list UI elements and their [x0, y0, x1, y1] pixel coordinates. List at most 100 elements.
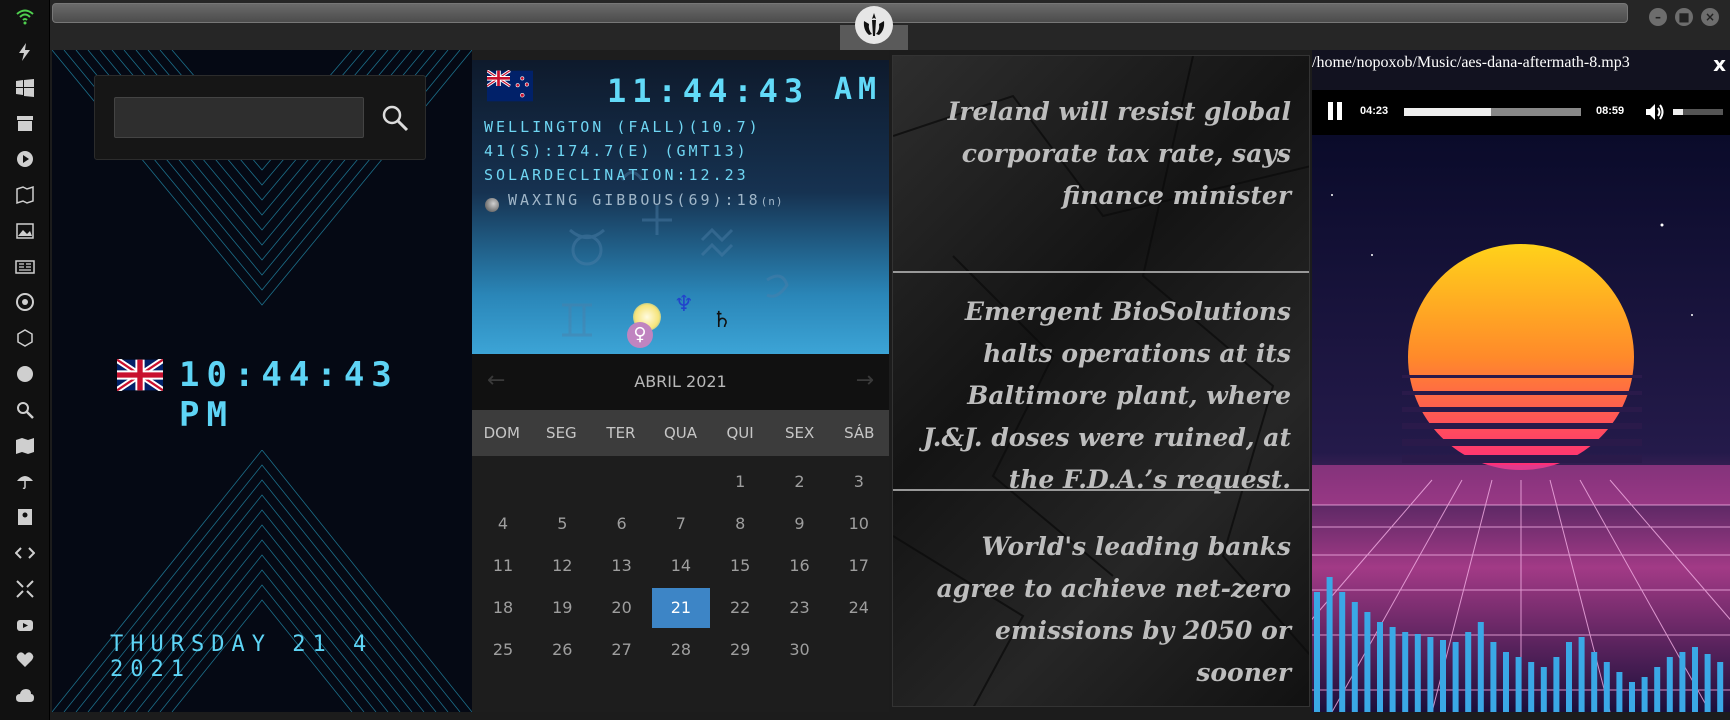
contacts-icon[interactable] [13, 505, 37, 529]
cloud-icon[interactable] [13, 684, 37, 708]
visualizer-bar [1503, 652, 1509, 712]
calendar-day[interactable]: 7 [652, 504, 710, 544]
map-icon[interactable] [13, 434, 37, 458]
calendar-day[interactable]: 14 [652, 546, 710, 586]
rebel-alliance-icon[interactable] [855, 6, 893, 44]
calendar-day[interactable]: 15 [711, 546, 769, 586]
uk-time: 10:44:43 PM [179, 355, 399, 435]
calendar-day[interactable]: 16 [771, 546, 829, 586]
title-bar: – ■ × [50, 0, 1730, 50]
visualizer-bar [1666, 657, 1673, 712]
calendar-day[interactable]: 27 [593, 630, 651, 670]
globe-icon[interactable] [13, 362, 37, 386]
calendar-day[interactable]: 3 [830, 462, 888, 502]
search-icon[interactable] [380, 103, 410, 133]
calendar-day[interactable]: 11 [474, 546, 532, 586]
calendar-next-button[interactable]: → [856, 368, 874, 393]
news-item[interactable]: Ireland will resist global corporate tax… [911, 91, 1291, 217]
news-panel: Ireland will resist global corporate tax… [892, 55, 1310, 707]
calendar-day[interactable]: 9 [771, 504, 829, 544]
news-divider [893, 271, 1309, 273]
title-bar-strip[interactable] [52, 3, 1628, 23]
moon-phase-suffix: (n) [760, 195, 784, 208]
calendar-day[interactable]: 17 [830, 546, 888, 586]
visualizer-bar [1440, 640, 1446, 712]
volume-slider[interactable] [1673, 109, 1723, 115]
calendar-day[interactable]: 22 [711, 588, 769, 628]
file-path-bar: /home/nopoxob/Music/aes-dana-aftermath-8… [1312, 50, 1730, 90]
search-input[interactable] [114, 97, 364, 138]
map-book-icon[interactable] [13, 183, 37, 207]
calendar-day[interactable]: 10 [830, 504, 888, 544]
file-path: /home/nopoxob/Music/aes-dana-aftermath-8… [1312, 54, 1630, 71]
astro-widget: 11:44:43 AM WELLINGTON (FALL)(10.7) 41(S… [472, 60, 889, 354]
close-player-button[interactable]: x [1713, 52, 1726, 76]
calendar-day[interactable]: 29 [711, 630, 769, 670]
calendar-day[interactable]: 24 [830, 588, 888, 628]
uk-date: THURSDAY 21 4 2021 [110, 632, 374, 682]
calendar-weekday: TER [606, 424, 636, 442]
news-item[interactable]: Emergent BioSolutions halts operations a… [911, 291, 1291, 501]
windows-icon[interactable] [13, 76, 37, 100]
news-icon[interactable] [13, 255, 37, 279]
music-player-panel: /home/nopoxob/Music/aes-dana-aftermath-8… [1312, 50, 1730, 712]
pause-button[interactable] [1328, 102, 1346, 122]
visualizer-bar [1629, 682, 1635, 712]
calendar-day[interactable]: 25 [474, 630, 532, 670]
calendar-day[interactable]: 26 [533, 630, 591, 670]
hexagon-icon[interactable] [13, 326, 37, 350]
visualizer-bar [1591, 652, 1598, 712]
wifi-icon[interactable] [13, 4, 37, 28]
calendar-day[interactable]: 23 [771, 588, 829, 628]
astro-moon-phase: WAXING GIBBOUS(69):18(n) [508, 191, 784, 209]
calendar-day[interactable]: 28 [652, 630, 710, 670]
close-window-button[interactable]: × [1701, 8, 1719, 26]
archive-icon[interactable] [13, 111, 37, 135]
calendar-weekday: DOM [483, 424, 520, 442]
calendar-day-today[interactable]: 21 [651, 588, 710, 628]
expand-icon[interactable] [13, 577, 37, 601]
visualizer-bar [1465, 632, 1472, 712]
calendar-day[interactable]: 2 [771, 462, 829, 502]
visualizer-bar [1578, 637, 1585, 712]
visualizer-bar [1452, 642, 1459, 712]
calendar-day[interactable]: 8 [711, 504, 769, 544]
code-icon[interactable] [13, 541, 37, 565]
visualizer-bar [1402, 632, 1409, 712]
calendar-day[interactable]: 6 [593, 504, 651, 544]
youtube-icon[interactable] [13, 613, 37, 637]
calendar-weekday: QUI [726, 424, 754, 442]
visualizer-bar [1654, 667, 1661, 712]
uk-flag-icon [117, 359, 163, 391]
image-icon[interactable] [13, 219, 37, 243]
seek-bar[interactable] [1404, 108, 1581, 116]
minimize-button[interactable]: – [1649, 8, 1667, 26]
volume-icon[interactable] [1643, 101, 1665, 123]
umbrella-icon[interactable] [13, 469, 37, 493]
calendar-day[interactable]: 4 [474, 504, 532, 544]
visualizer-bar [1679, 652, 1686, 712]
aperture-icon[interactable] [13, 290, 37, 314]
calendar-weekday: QUA [664, 424, 698, 442]
heart-icon[interactable] [13, 648, 37, 672]
play-icon[interactable] [13, 147, 37, 171]
calendar-day[interactable]: 12 [533, 546, 591, 586]
calendar-weekday: SEG [546, 424, 577, 442]
calendar-day[interactable]: 5 [533, 504, 591, 544]
calendar-day[interactable]: 30 [771, 630, 829, 670]
calendar-day[interactable]: 18 [474, 588, 532, 628]
astro-solar-declination: SOLARDECLINATION:12.23 [484, 166, 749, 184]
news-item[interactable]: World's leading banks agree to achieve n… [911, 526, 1291, 694]
maximize-button[interactable]: ■ [1675, 8, 1693, 26]
visualizer-bar [1414, 634, 1421, 712]
desktop-app: – ■ × 10:44:43 PM THURSDAY 21 4 2021 11:… [0, 0, 1730, 720]
calendar-day[interactable]: 19 [533, 588, 591, 628]
calendar-weekday: SEX [785, 424, 815, 442]
astro-calendar-panel: 11:44:43 AM WELLINGTON (FALL)(10.7) 41(S… [472, 50, 889, 712]
search-icon[interactable] [13, 398, 37, 422]
calendar-weekdays: DOM SEG TER QUA QUI SEX SÁB [472, 410, 889, 456]
bolt-icon[interactable] [13, 40, 37, 64]
calendar-day[interactable]: 20 [593, 588, 651, 628]
calendar-day[interactable]: 1 [711, 462, 769, 502]
calendar-day[interactable]: 13 [593, 546, 651, 586]
